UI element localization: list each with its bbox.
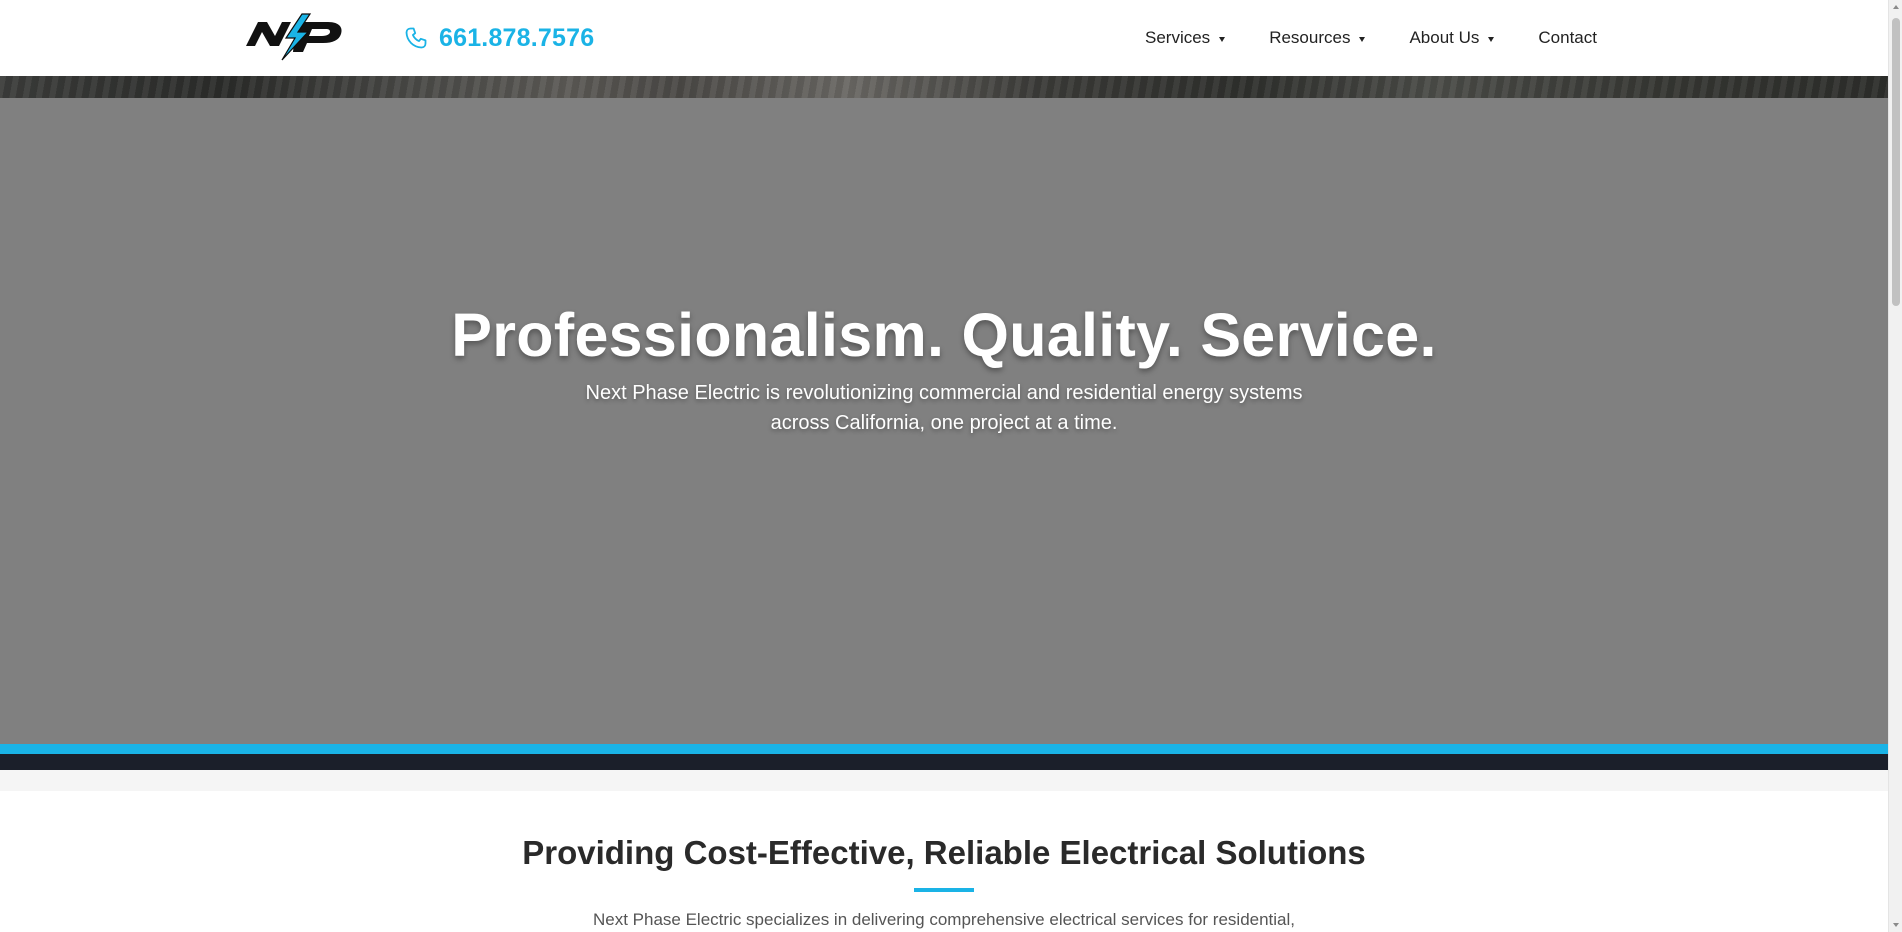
page-scrollbar[interactable] <box>1888 0 1902 932</box>
nav-resources[interactable]: Resources <box>1269 28 1366 48</box>
nav-services[interactable]: Services <box>1145 28 1226 48</box>
nav-about-us-label: About Us <box>1409 28 1480 47</box>
hero-subtitle: Next Phase Electric is revolutionizing c… <box>585 382 1303 434</box>
nav-contact[interactable]: Contact <box>1538 28 1597 48</box>
caret-down-icon <box>1219 36 1226 42</box>
intro-title: Providing Cost-Effective, Reliable Elect… <box>522 834 1366 871</box>
scroll-down-icon[interactable] <box>1893 923 1899 927</box>
nav-about-us[interactable]: About Us <box>1409 28 1495 48</box>
hero-background-image <box>0 76 1888 98</box>
caret-down-icon <box>1359 36 1366 42</box>
nav-services-label: Services <box>1145 28 1211 47</box>
hero-title: Professionalism. Quality. Service. <box>451 301 1437 369</box>
scroll-up-icon[interactable] <box>1893 5 1899 9</box>
page: 661.878.7576 Services Resources About Us… <box>0 0 1888 932</box>
section-top-band <box>0 770 1888 791</box>
dark-divider-band <box>0 754 1888 770</box>
phone-number: 661.878.7576 <box>439 23 595 52</box>
scrollbar-thumb[interactable] <box>1892 18 1900 306</box>
site-header: 661.878.7576 Services Resources About Us… <box>0 0 1888 76</box>
site-logo[interactable] <box>244 12 346 62</box>
caret-down-icon <box>1488 36 1495 42</box>
title-underline <box>914 888 974 892</box>
phone-link[interactable]: 661.878.7576 <box>404 22 594 54</box>
phone-icon <box>405 27 427 49</box>
hero-section: Professionalism. Quality. Service. Next … <box>0 76 1888 746</box>
nav-contact-label: Contact <box>1538 28 1597 47</box>
intro-text: Next Phase Electric specializes in deliv… <box>592 910 1296 929</box>
main-nav: Services Resources About Us Contact <box>1130 0 1619 76</box>
np-lightning-logo-icon <box>246 13 342 61</box>
nav-resources-label: Resources <box>1269 28 1351 47</box>
